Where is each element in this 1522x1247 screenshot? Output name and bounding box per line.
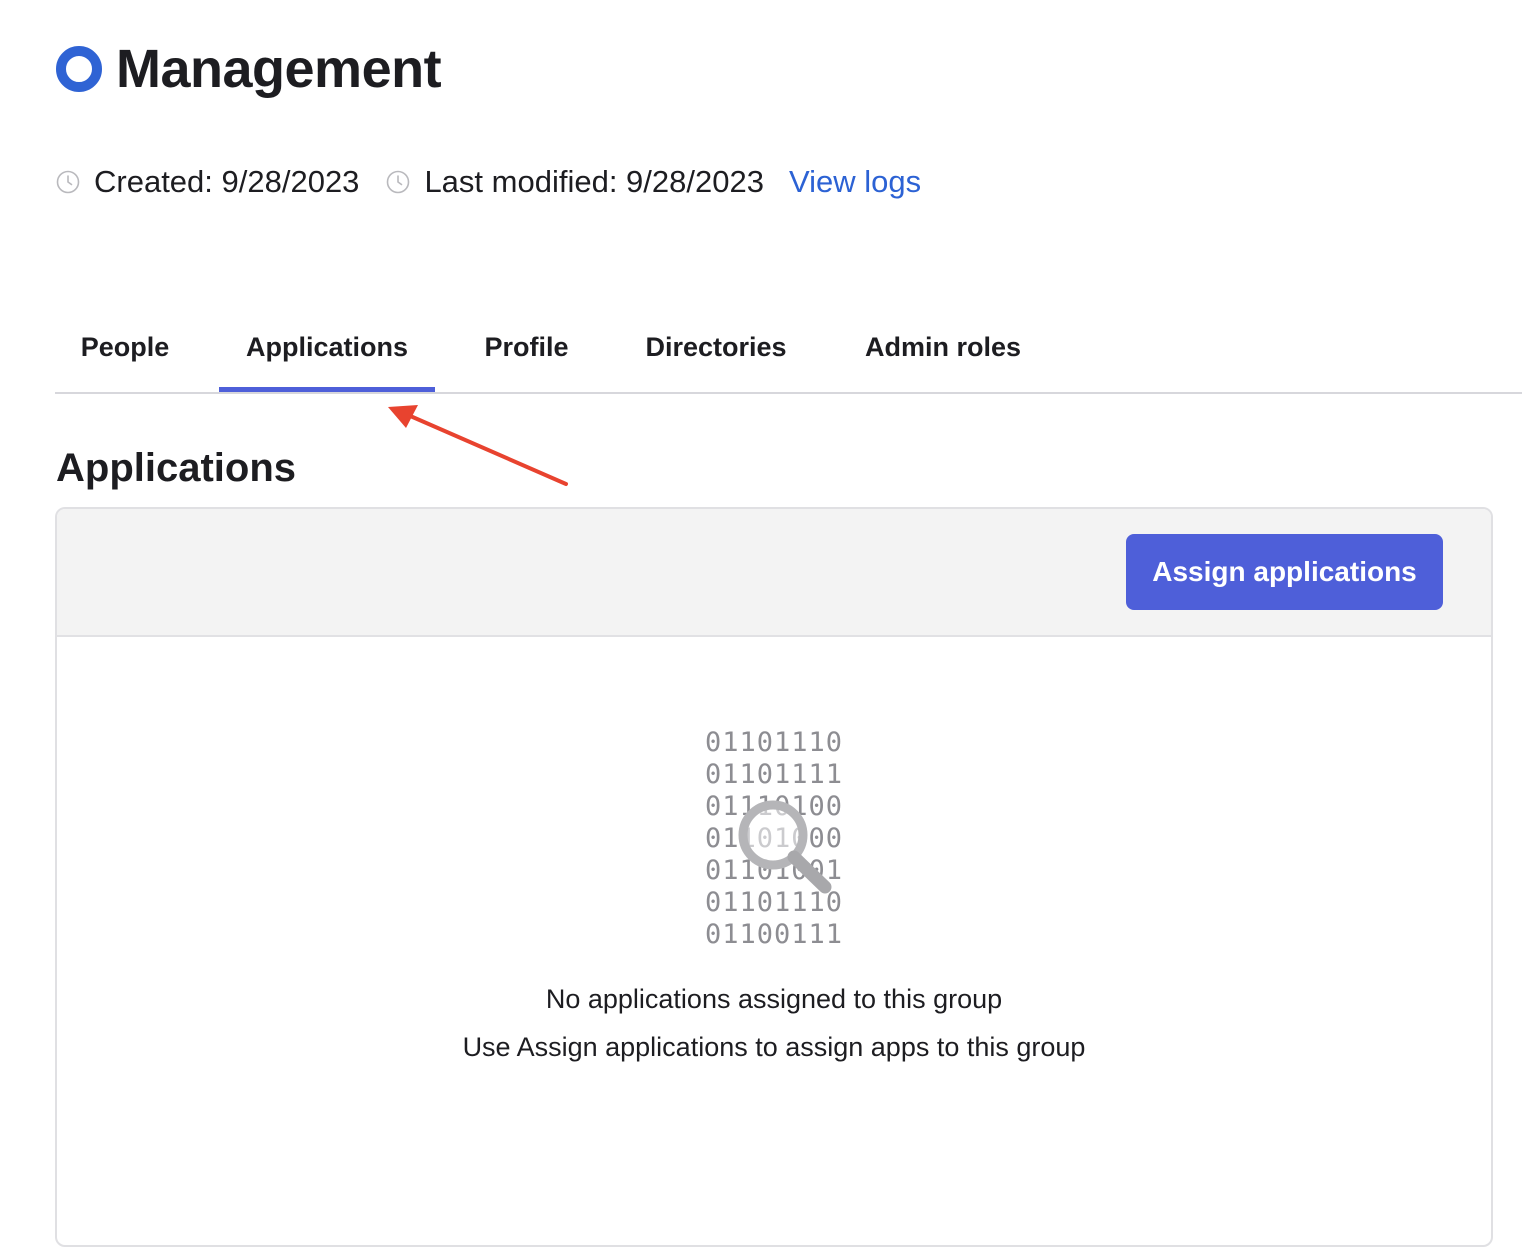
group-circle-icon — [56, 46, 102, 92]
tab-applications[interactable]: Applications — [219, 316, 435, 392]
tab-profile[interactable]: Profile — [460, 316, 593, 390]
magnifier-icon — [738, 800, 832, 894]
view-logs-link[interactable]: View logs — [789, 160, 921, 204]
assign-applications-button[interactable]: Assign applications — [1126, 534, 1443, 610]
binary-illustration: 01101110 01101111 01110100 01101000 0110… — [705, 727, 843, 951]
tab-people[interactable]: People — [55, 316, 195, 390]
modified-meta: Last modified: 9/28/2023 — [386, 160, 764, 204]
section-title: Applications — [56, 446, 297, 490]
created-meta: Created: 9/28/2023 — [56, 160, 359, 204]
tab-bar: People Applications Profile Directories … — [55, 316, 1522, 394]
binary-line: 01101111 — [704, 759, 844, 790]
last-modified-date: Last modified: 9/28/2023 — [424, 164, 764, 199]
meta-row: Created: 9/28/2023 Last modified: 9/28/2… — [56, 160, 921, 204]
page-header: Management — [56, 34, 442, 104]
empty-state: 01101110 01101111 01110100 01101000 0110… — [57, 727, 1491, 1067]
empty-state-title: No applications assigned to this group — [545, 984, 1003, 1014]
clock-icon — [56, 170, 80, 194]
created-date: Created: 9/28/2023 — [94, 164, 360, 199]
panel-toolbar: Assign applications — [57, 509, 1491, 637]
binary-line: 01100111 — [704, 919, 844, 950]
tab-directories[interactable]: Directories — [618, 316, 814, 390]
applications-panel: Assign applications 01101110 01101111 01… — [55, 507, 1493, 1247]
page-title: Management — [116, 39, 442, 99]
tab-admin-roles[interactable]: Admin roles — [839, 316, 1047, 390]
binary-line: 01101110 — [704, 727, 844, 758]
annotation-arrow-icon — [388, 405, 568, 486]
clock-icon — [387, 170, 410, 194]
empty-state-subtitle: Use Assign applications to assign apps t… — [462, 1032, 1086, 1062]
